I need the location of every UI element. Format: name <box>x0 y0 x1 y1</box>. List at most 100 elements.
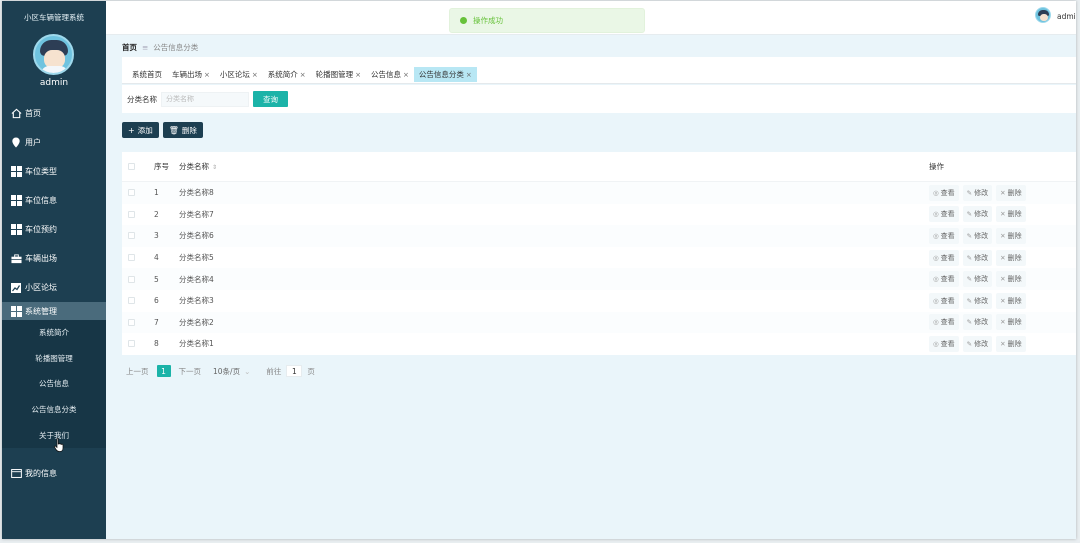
row-name: 分类名称6 <box>179 231 214 241</box>
row-checkbox[interactable] <box>128 232 135 240</box>
row-checkbox[interactable] <box>128 340 135 348</box>
edit-button[interactable]: ✎ 修改 <box>962 292 993 309</box>
edit-button[interactable]: ✎ 修改 <box>962 271 993 288</box>
action-bar: + 添加 🗑 删除 <box>122 122 207 138</box>
delete-row-button[interactable]: ✕ 删除 <box>996 292 1026 309</box>
delete-row-button[interactable]: ✕ 删除 <box>996 314 1026 331</box>
sidebar-item-vehicle-exit[interactable]: 车辆出场 <box>2 244 106 273</box>
avatar[interactable] <box>33 34 74 75</box>
delete-row-button[interactable]: ✕ 删除 <box>996 335 1026 352</box>
edit-icon: ✎ <box>966 231 973 240</box>
page-size-select[interactable]: 10条/页 <box>213 366 240 377</box>
view-label: 查看 <box>940 210 955 219</box>
tab-home[interactable]: 系统首页 <box>127 67 167 82</box>
header-name[interactable]: 分类名称 ⇕ <box>179 161 217 172</box>
delete-label: 删除 <box>1007 210 1022 219</box>
tab-intro[interactable]: 系统简介 × <box>263 67 311 82</box>
breadcrumb-current: 公告信息分类 <box>153 43 199 52</box>
view-button[interactable]: ◎ 查看 <box>929 184 959 201</box>
delete-row-button[interactable]: ✕ 删除 <box>996 184 1026 201</box>
select-all-checkbox[interactable] <box>128 163 135 170</box>
row-name: 分类名称2 <box>179 317 214 327</box>
tab-forum[interactable]: 小区论坛 × <box>215 67 263 82</box>
header-avatar[interactable] <box>1035 7 1051 23</box>
sidebar-item-forum[interactable]: 小区论坛 <box>2 273 106 302</box>
chart-icon <box>10 282 22 294</box>
edit-button[interactable]: ✎ 修改 <box>962 184 993 201</box>
submenu-item-notice[interactable]: 公告信息 <box>2 371 106 397</box>
edit-button[interactable]: ✎ 修改 <box>962 249 993 266</box>
view-button[interactable]: ◎ 查看 <box>929 335 959 352</box>
close-icon[interactable]: × <box>252 71 258 79</box>
tab-carousel[interactable]: 轮播图管理 × <box>311 67 366 82</box>
next-page-button[interactable]: 下一页 <box>179 366 202 377</box>
row-name: 分类名称8 <box>179 188 214 198</box>
header-index: 序号 <box>154 162 169 171</box>
row-checkbox[interactable] <box>128 210 135 218</box>
row-checkbox[interactable] <box>128 189 135 197</box>
header-username[interactable]: admin <box>1057 12 1076 21</box>
edit-button[interactable]: ✎ 修改 <box>962 227 993 244</box>
main-content: 首页 ≡ 公告信息分类 系统首页 车辆出场 × 小区论坛 × 系统简介 × 轮播图管理… <box>106 35 1076 539</box>
grid-icon <box>10 166 22 178</box>
chevron-down-icon[interactable]: ⌄ <box>244 367 250 376</box>
search-button[interactable]: 查询 <box>253 91 288 107</box>
sidebar-item-space-booking[interactable]: 车位预约 <box>2 215 106 244</box>
view-button[interactable]: ◎ 查看 <box>929 292 959 309</box>
sidebar-item-space-type[interactable]: 车位类型 <box>2 157 106 186</box>
view-button[interactable]: ◎ 查看 <box>929 227 959 244</box>
sidebar-item-home[interactable]: 首页 <box>2 99 106 128</box>
row-checkbox[interactable] <box>128 318 135 326</box>
sort-icon[interactable]: ⇕ <box>212 164 217 171</box>
search-bar: 分类名称 分类名称 查询 <box>122 85 1076 113</box>
view-label: 查看 <box>940 339 955 348</box>
close-icon[interactable]: × <box>466 71 472 79</box>
submenu-item-notice-category[interactable]: 公告信息分类 <box>2 397 106 423</box>
edit-label: 修改 <box>974 210 989 219</box>
view-button[interactable]: ◎ 查看 <box>929 314 959 331</box>
sidebar-item-space-info[interactable]: 车位信息 <box>2 186 106 215</box>
edit-button[interactable]: ✎ 修改 <box>962 206 993 223</box>
table-row: 6 分类名称3 ◎ 查看 ✎ 修改 ✕ 删除 <box>122 290 1076 312</box>
close-icon[interactable]: × <box>204 71 210 79</box>
view-button[interactable]: ◎ 查看 <box>929 249 959 266</box>
view-button[interactable]: ◎ 查看 <box>929 271 959 288</box>
prev-page-button[interactable]: 上一页 <box>126 366 149 377</box>
view-label: 查看 <box>940 188 955 197</box>
sidebar-item-my-info[interactable]: 我的信息 <box>2 459 106 488</box>
breadcrumb: 首页 ≡ 公告信息分类 <box>122 42 198 53</box>
tab-notice-category[interactable]: 公告信息分类 × <box>413 67 477 82</box>
row-checkbox[interactable] <box>128 254 135 262</box>
tab-vehicle-exit[interactable]: 车辆出场 × <box>167 67 215 82</box>
delete-row-button[interactable]: ✕ 删除 <box>996 227 1026 244</box>
goto-page-input[interactable]: 1 <box>286 365 303 377</box>
submenu-item-carousel[interactable]: 轮播图管理 <box>2 346 106 372</box>
sidebar-menu: 首页 用户 车位类型 车位信息 车位预约 车辆出场 小区论坛 系统管理 系统简介… <box>2 99 106 448</box>
close-icon[interactable]: × <box>355 71 361 79</box>
delete-row-button[interactable]: ✕ 删除 <box>996 206 1026 223</box>
close-icon[interactable]: × <box>300 71 306 79</box>
search-input[interactable]: 分类名称 <box>161 91 249 107</box>
add-button[interactable]: + 添加 <box>122 122 159 138</box>
sidebar-item-system[interactable]: 系统管理 <box>2 302 106 320</box>
close-icon: ✕ <box>1000 318 1006 327</box>
toast-message: 操作成功 <box>473 16 503 25</box>
sidebar-item-users[interactable]: 用户 <box>2 128 106 157</box>
row-name: 分类名称3 <box>179 296 214 306</box>
view-button[interactable]: ◎ 查看 <box>929 206 959 223</box>
breadcrumb-home[interactable]: 首页 <box>122 42 137 53</box>
page-number-current[interactable]: 1 <box>156 365 171 377</box>
delete-row-button[interactable]: ✕ 删除 <box>996 249 1026 266</box>
submenu-item-intro[interactable]: 系统简介 <box>2 320 106 346</box>
delete-row-button[interactable]: ✕ 删除 <box>996 271 1026 288</box>
close-icon[interactable]: × <box>403 71 409 79</box>
row-checkbox[interactable] <box>128 275 135 283</box>
edit-button[interactable]: ✎ 修改 <box>962 335 993 352</box>
tab-label: 公告信息分类 <box>418 70 464 79</box>
row-actions: ◎ 查看 ✎ 修改 ✕ 删除 <box>929 206 1030 223</box>
tab-notice[interactable]: 公告信息 × <box>366 67 414 82</box>
row-checkbox[interactable] <box>128 297 135 305</box>
delete-button[interactable]: 🗑 删除 <box>162 122 203 138</box>
edit-button[interactable]: ✎ 修改 <box>962 314 993 331</box>
edit-icon: ✎ <box>966 188 973 197</box>
